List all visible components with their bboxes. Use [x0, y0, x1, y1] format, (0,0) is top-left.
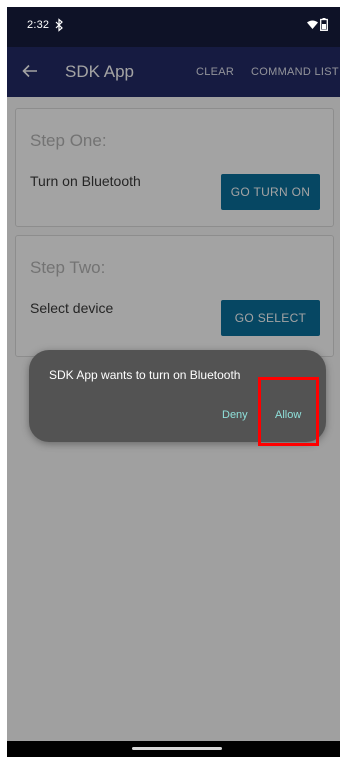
bluetooth-icon [55, 18, 63, 32]
wifi-icon [307, 20, 318, 29]
phone-screen: 2:32 SDK App CLEAR COMMAND LIST Step One… [7, 7, 340, 757]
navigation-bar [7, 741, 340, 757]
status-time: 2:32 [27, 19, 50, 31]
allow-highlight-box [258, 377, 319, 446]
status-bar: 2:32 [7, 7, 340, 47]
deny-button[interactable]: Deny [222, 409, 248, 421]
dialog-message: SDK App wants to turn on Bluetooth [49, 368, 241, 382]
battery-icon [320, 18, 328, 31]
home-indicator[interactable] [132, 747, 222, 750]
